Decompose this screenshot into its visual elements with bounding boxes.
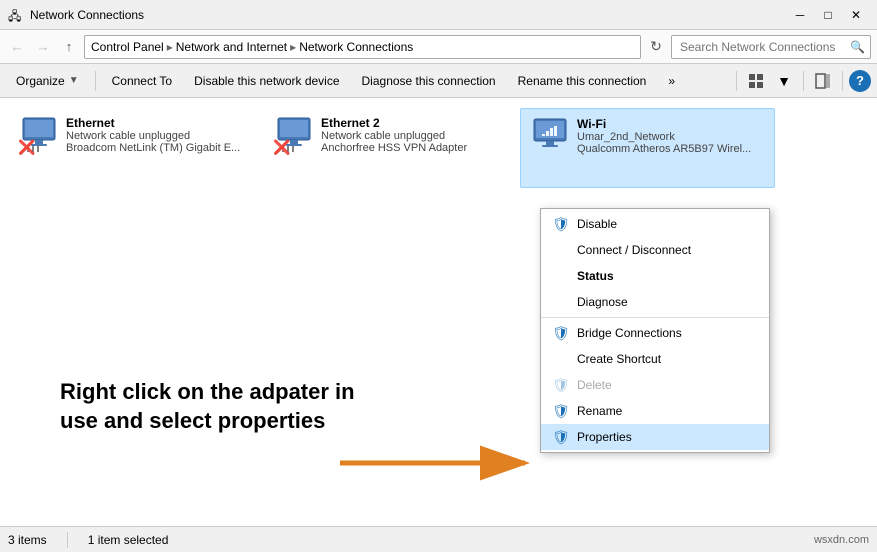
more-button[interactable]: » [658, 68, 685, 94]
items-count: 3 items [8, 533, 47, 547]
ethernet2-name: Ethernet 2 [321, 116, 512, 130]
window-icon: 🖧 [8, 7, 24, 23]
ethernet-info: Ethernet Network cable unplugged Broadco… [66, 116, 257, 154]
ethernet2-icon-wrap: ❌ [273, 116, 313, 156]
organize-button[interactable]: Organize ▼ [6, 68, 89, 94]
ctx-connect-icon [553, 242, 569, 258]
wifi-icon-wrap [529, 117, 569, 157]
search-icon: 🔍 [850, 40, 865, 54]
ethernet-error-icon: ❌ [18, 139, 35, 156]
crumb-controlpanel: Control Panel [91, 40, 164, 54]
ctx-properties-icon: 🛡 [553, 429, 569, 445]
crumb-network-connections: Network Connections [299, 40, 413, 54]
ethernet2-adapter: Anchorfree HSS VPN Adapter [321, 142, 512, 154]
ctx-disable-icon: 🛡 [553, 216, 569, 232]
ctx-status-icon [553, 268, 569, 284]
back-button[interactable]: ← [6, 36, 28, 58]
toolbar: Organize ▼ Connect To Disable this netwo… [0, 64, 877, 98]
ctx-bridge-icon: 🛡 [553, 325, 569, 341]
minimize-button[interactable]: ─ [787, 5, 813, 25]
status-bar: 3 items 1 item selected wsxdn.com [0, 526, 877, 552]
close-button[interactable]: ✕ [843, 5, 869, 25]
disable-network-button[interactable]: Disable this network device [184, 68, 349, 94]
crumb-network-internet: Network and Internet [176, 40, 287, 54]
ethernet2-info: Ethernet 2 Network cable unplugged Ancho… [321, 116, 512, 154]
brand-label: wsxdn.com [814, 534, 869, 546]
ctx-shortcut-icon [553, 351, 569, 367]
arrow-graphic [340, 438, 540, 491]
ctx-diagnose[interactable]: Diagnose [541, 289, 769, 315]
search-input[interactable] [671, 35, 871, 59]
ethernet-name: Ethernet [66, 116, 257, 130]
ctx-delete-icon: 🛡 [553, 377, 569, 393]
ctx-disable[interactable]: 🛡 Disable [541, 211, 769, 237]
ethernet2-error-icon: ❌ [273, 139, 290, 156]
ctx-delete[interactable]: 🛡 Delete [541, 372, 769, 398]
view-dropdown-button[interactable]: ▼ [771, 68, 797, 94]
ctx-rename-icon: 🛡 [553, 403, 569, 419]
context-menu: 🛡 Disable Connect / Disconnect Status Di… [540, 208, 770, 453]
toolbar-right: ▼ ? [732, 68, 871, 94]
instruction-text: Right click on the adpater in use and se… [60, 378, 380, 435]
address-bar: ← → ↑ Control Panel ▸ Network and Intern… [0, 30, 877, 64]
forward-button[interactable]: → [32, 36, 54, 58]
ctx-status[interactable]: Status [541, 263, 769, 289]
wifi-name: Wi-Fi [577, 117, 766, 131]
instruction-area: Right click on the adpater in use and se… [60, 378, 380, 435]
ctx-create-shortcut[interactable]: Create Shortcut [541, 346, 769, 372]
rename-button[interactable]: Rename this connection [508, 68, 657, 94]
maximize-button[interactable]: □ [815, 5, 841, 25]
ctx-rename[interactable]: 🛡 Rename [541, 398, 769, 424]
wifi-adapter: Qualcomm Atheros AR5B97 Wirel... [577, 143, 766, 155]
ethernet-icon-wrap: ❌ [18, 116, 58, 156]
toolbar-separator [95, 71, 96, 91]
ethernet-status: Network cable unplugged [66, 130, 257, 142]
wifi-info: Wi-Fi Umar_2nd_Network Qualcomm Atheros … [577, 117, 766, 155]
content-area: ❌ Ethernet Network cable unplugged Broad… [0, 98, 877, 526]
ctx-properties[interactable]: 🛡 Properties [541, 424, 769, 450]
ethernet2-status: Network cable unplugged [321, 130, 512, 142]
adapter-ethernet2[interactable]: ❌ Ethernet 2 Network cable unplugged Anc… [265, 108, 520, 188]
change-view-button[interactable] [743, 68, 769, 94]
adapter-ethernet[interactable]: ❌ Ethernet Network cable unplugged Broad… [10, 108, 265, 188]
ctx-diagnose-icon [553, 294, 569, 310]
refresh-button[interactable]: ↻ [645, 36, 667, 58]
diagnose-button[interactable]: Diagnose this connection [352, 68, 506, 94]
wifi-status: Umar_2nd_Network [577, 131, 766, 143]
wifi-computer-icon [529, 117, 571, 155]
adapter-wifi[interactable]: Wi-Fi Umar_2nd_Network Qualcomm Atheros … [520, 108, 775, 188]
ctx-bridge[interactable]: 🛡 Bridge Connections [541, 320, 769, 346]
window-controls: ─ □ ✕ [787, 5, 869, 25]
selected-count: 1 item selected [88, 533, 169, 547]
preview-pane-button[interactable] [810, 68, 836, 94]
ctx-connect-disconnect[interactable]: Connect / Disconnect [541, 237, 769, 263]
title-bar: 🖧 Network Connections ─ □ ✕ [0, 0, 877, 30]
window-title: Network Connections [30, 8, 787, 22]
ethernet-adapter: Broadcom NetLink (TM) Gigabit E... [66, 142, 257, 154]
help-button[interactable]: ? [849, 70, 871, 92]
connect-to-button[interactable]: Connect To [102, 68, 183, 94]
search-wrapper: 🔍 [671, 35, 871, 59]
up-button[interactable]: ↑ [58, 36, 80, 58]
address-path[interactable]: Control Panel ▸ Network and Internet ▸ N… [84, 35, 641, 59]
ctx-sep1 [541, 317, 769, 318]
